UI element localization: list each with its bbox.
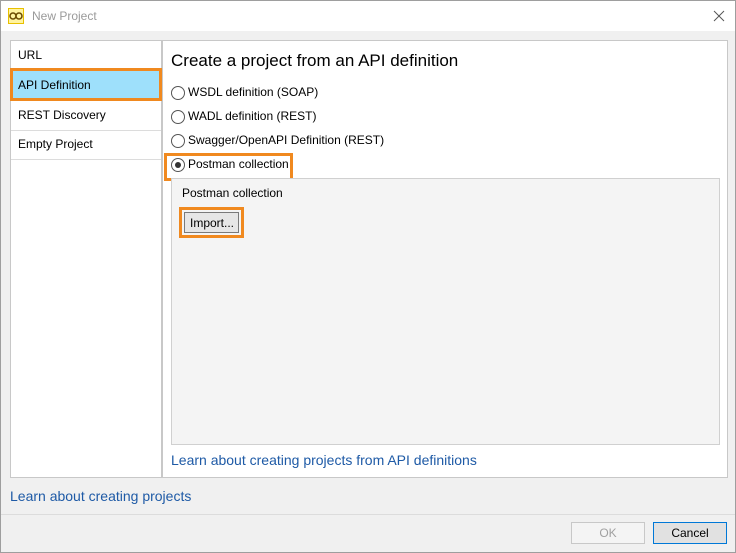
group-title: Postman collection xyxy=(182,186,283,200)
nav-item-label: REST Discovery xyxy=(18,108,106,122)
new-project-dialog: New Project URL API Definition REST Disc… xyxy=(0,0,736,553)
project-type-list: URL API Definition REST Discovery Empty … xyxy=(10,40,162,478)
learn-projects-link[interactable]: Learn about creating projects xyxy=(10,488,191,504)
postman-highlight-frame xyxy=(164,153,293,181)
nav-item-empty-project[interactable]: Empty Project xyxy=(11,130,161,160)
import-highlight-frame xyxy=(179,207,244,238)
radio-label: Swagger/OpenAPI Definition (REST) xyxy=(188,133,385,147)
nav-highlight-frame xyxy=(10,68,162,101)
nav-item-label: URL xyxy=(18,48,43,62)
close-icon[interactable] xyxy=(710,7,728,25)
radio-button[interactable] xyxy=(171,134,185,148)
learn-api-definitions-link[interactable]: Learn about creating projects from API d… xyxy=(171,452,477,468)
app-icon xyxy=(8,8,24,24)
dialog-footer: OK Cancel xyxy=(1,515,735,552)
panel-heading: Create a project from an API definition xyxy=(171,51,459,70)
dialog-body: URL API Definition REST Discovery Empty … xyxy=(1,31,735,552)
cancel-button[interactable]: Cancel xyxy=(653,522,727,544)
radio-label: WSDL definition (SOAP) xyxy=(188,85,319,99)
api-definition-panel: Create a project from an API definition … xyxy=(162,40,728,478)
postman-group: Postman collection Import... xyxy=(171,178,720,445)
title-bar: New Project xyxy=(1,1,735,31)
nav-item-url[interactable]: URL xyxy=(11,41,161,71)
radio-button[interactable] xyxy=(171,86,185,100)
window-title: New Project xyxy=(32,9,97,23)
nav-item-rest-discovery[interactable]: REST Discovery xyxy=(11,101,161,131)
radio-button[interactable] xyxy=(171,110,185,124)
radio-label: WADL definition (REST) xyxy=(188,109,317,123)
nav-item-label: Empty Project xyxy=(18,137,93,151)
ok-button[interactable]: OK xyxy=(571,522,645,544)
